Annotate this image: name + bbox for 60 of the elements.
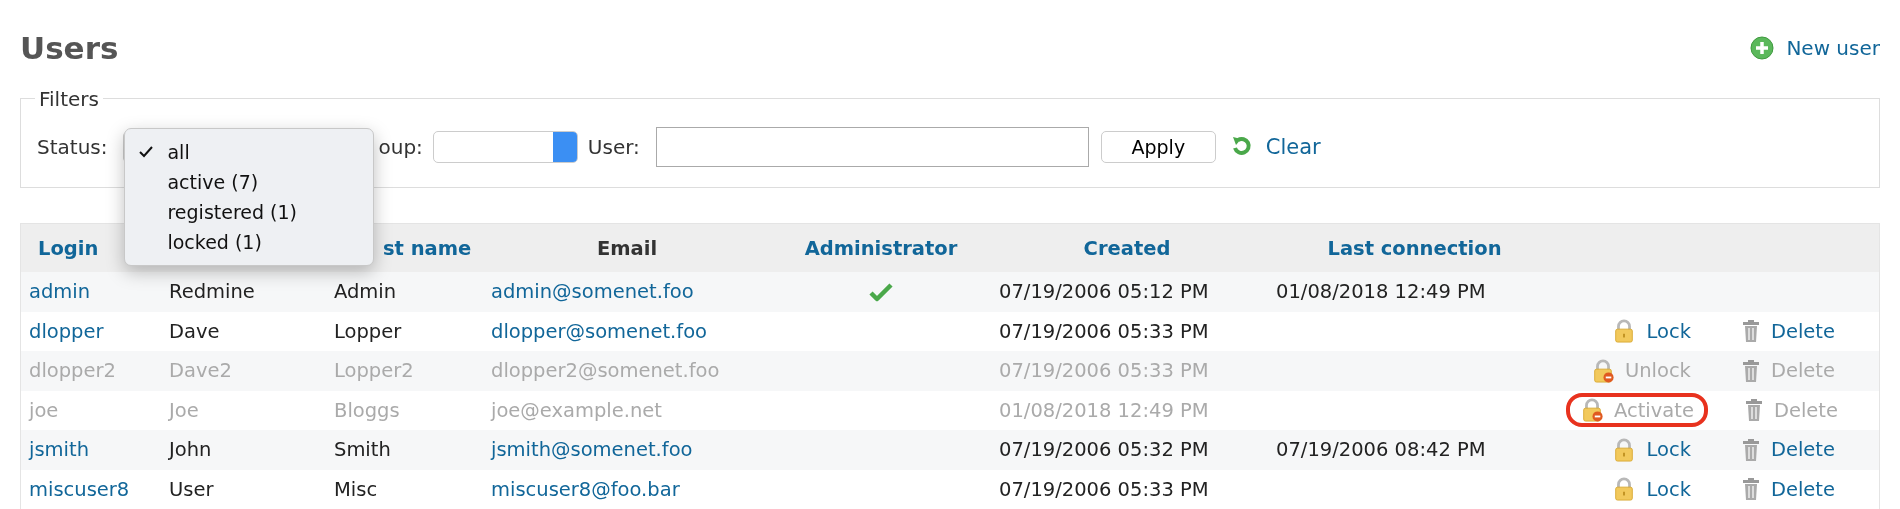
menu-option[interactable]: active (7) (125, 167, 374, 197)
group-select[interactable] (432, 131, 578, 163)
menu-option[interactable]: registered (1) (125, 197, 374, 227)
new-user-link[interactable]: New user (1750, 36, 1880, 60)
trash-icon (1740, 477, 1761, 502)
email-link[interactable]: miscuser8@foo.bar (483, 477, 771, 501)
user-label: User: (587, 135, 640, 159)
trash-icon (1743, 398, 1764, 423)
table-cell-text: John (167, 438, 213, 462)
status-label: Status: (37, 135, 108, 159)
email-link[interactable]: dlopper@somenet.foo (483, 319, 771, 343)
table-cell-text: 07/19/2006 05:33 PM (998, 477, 1210, 501)
page-title: Users (20, 30, 119, 66)
table-cell-text: 01/08/2018 12:49 PM (1275, 280, 1487, 304)
table-cell-text: Dave2 (168, 359, 233, 383)
column-header[interactable]: Created (1083, 236, 1171, 260)
email-link[interactable]: admin@somenet.foo (483, 280, 771, 304)
check-icon (139, 146, 154, 158)
locked-padlock-icon (1580, 398, 1604, 423)
login-link[interactable]: jsmith (21, 438, 161, 462)
delete-link[interactable]: Delete (1726, 314, 1849, 349)
table-cell-text: Joe (167, 398, 200, 422)
table-cell-text: Smith (333, 438, 392, 462)
table-cell-text: Dave (168, 319, 221, 343)
group-label: oup: (378, 135, 423, 159)
table-cell-text: User (168, 477, 215, 501)
add-icon (1750, 36, 1775, 60)
trash-icon (1740, 358, 1761, 383)
column-header[interactable]: Administrator (804, 236, 958, 260)
menu-option[interactable]: all (125, 137, 374, 167)
check-icon (869, 281, 893, 302)
table-cell-text: Bloggs (333, 398, 401, 422)
clear-link[interactable]: Clear (1229, 135, 1321, 159)
table-cell-text: Lopper (333, 319, 403, 343)
lock-link[interactable]: Lock (1598, 432, 1705, 467)
column-header[interactable]: Last connection (1327, 236, 1502, 260)
table-cell-text: 07/19/2006 08:42 PM (1275, 438, 1487, 462)
table-cell-text: Misc (333, 477, 379, 501)
table-cell-text: Redmine (168, 280, 256, 304)
table-cell-text: Lopper2 (333, 359, 415, 383)
table-cell-text: 07/19/2006 05:32 PM (998, 438, 1210, 462)
login-link[interactable]: miscuser8 (21, 477, 161, 501)
lock-link[interactable]: Lock (1598, 472, 1705, 507)
trash-icon (1740, 319, 1761, 344)
column-header: Email (596, 236, 658, 260)
table-cell-text: Admin (333, 280, 398, 304)
trash-icon (1740, 437, 1761, 462)
apply-button[interactable]: Apply (1100, 131, 1216, 163)
delete-link[interactable]: Delete (1726, 432, 1849, 467)
menu-option[interactable]: locked (1) (125, 227, 374, 257)
table-cell-text: 01/08/2018 12:49 PM (998, 398, 1210, 422)
table-cell-text: 07/19/2006 05:12 PM (998, 280, 1210, 304)
login-link[interactable]: admin (21, 280, 161, 304)
login-link[interactable]: dlopper (21, 319, 161, 343)
table-cell-text: 07/19/2006 05:33 PM (998, 319, 1210, 343)
delete-link[interactable]: Delete (1726, 472, 1849, 507)
lock-link[interactable]: Lock (1598, 314, 1705, 349)
table-cell-text: 07/19/2006 05:33 PM (998, 359, 1210, 383)
user-input-field[interactable] (655, 127, 1089, 167)
email-link[interactable]: jsmith@somenet.foo (483, 438, 771, 462)
